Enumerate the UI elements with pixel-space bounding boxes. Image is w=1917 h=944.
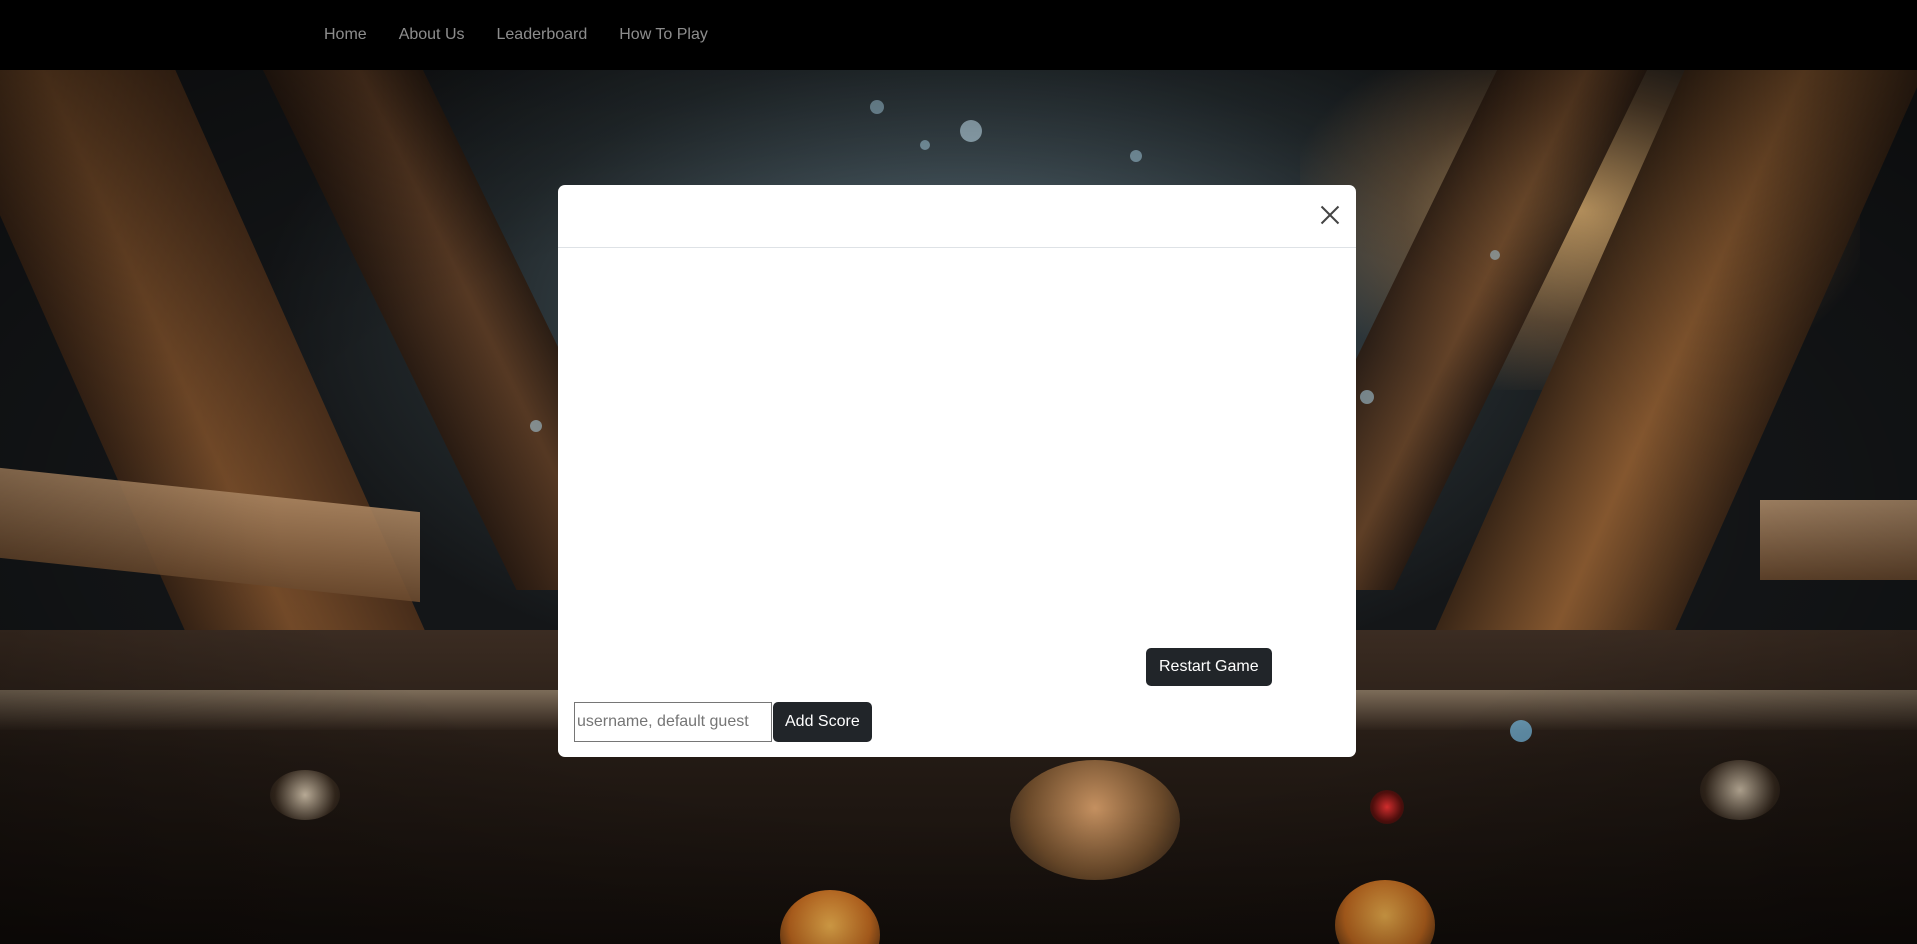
restart-game-button[interactable]: Restart Game [1146, 648, 1272, 686]
nav-link-about-us[interactable]: About Us [383, 26, 481, 44]
close-icon[interactable] [1318, 203, 1342, 227]
username-input[interactable] [574, 702, 772, 742]
add-score-button[interactable]: Add Score [773, 702, 872, 742]
add-score-form: Add Score [574, 702, 872, 742]
nav-link-how-to-play[interactable]: How To Play [603, 26, 724, 44]
nav-link-leaderboard[interactable]: Leaderboard [481, 26, 604, 44]
nav-link-home[interactable]: Home [308, 26, 383, 44]
modal-header [558, 185, 1356, 248]
top-navbar: Home About Us Leaderboard How To Play [0, 0, 1917, 70]
nav-links: Home About Us Leaderboard How To Play [308, 0, 724, 70]
game-over-modal: Restart Game Add Score [558, 185, 1356, 757]
